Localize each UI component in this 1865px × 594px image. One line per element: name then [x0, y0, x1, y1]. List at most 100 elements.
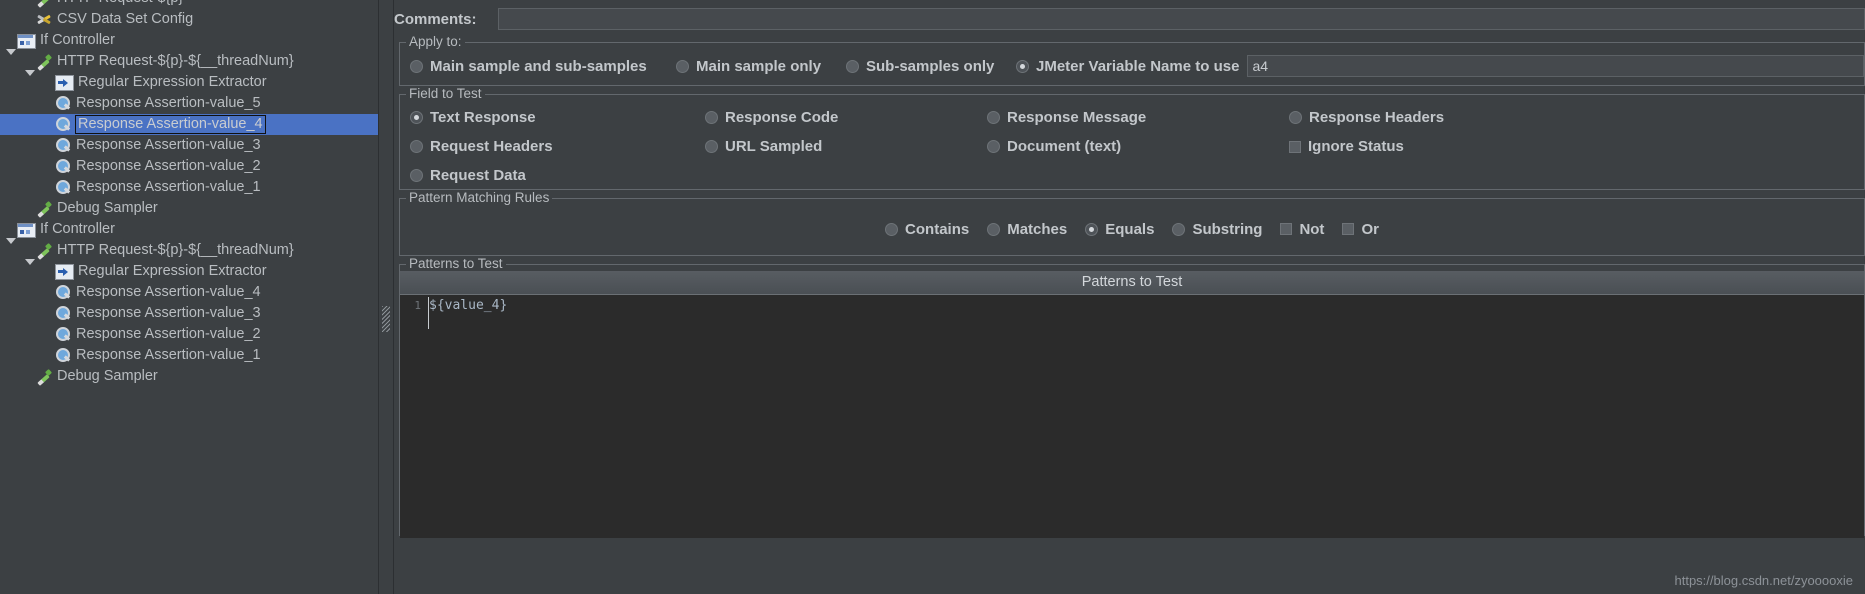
checkbox-control[interactable]: [1280, 223, 1293, 235]
tree-item-label: Response Assertion-value_2: [76, 326, 261, 342]
patterns-to-test-column-header[interactable]: Patterns to Test: [400, 271, 1864, 295]
tree-item-label: Response Assertion-value_5: [76, 95, 261, 111]
tree-item[interactable]: Regular Expression Extractor: [0, 261, 378, 282]
field-to-test-option[interactable]: Response Message: [987, 105, 1289, 130]
comments-row: Comments:: [394, 0, 1865, 34]
field-to-test-option[interactable]: Text Response: [410, 105, 705, 130]
radio-control[interactable]: [885, 222, 899, 236]
editor-line-numbers: 1: [400, 295, 426, 538]
field-to-test-group: Field to Test Text Response Response Code…: [399, 86, 1865, 190]
comments-label: Comments:: [394, 10, 477, 28]
radio-control[interactable]: [410, 140, 423, 153]
field-to-test-option-label: Document (text): [1007, 138, 1122, 155]
tree-item[interactable]: Response Assertion-value_2: [0, 156, 378, 177]
tree-item[interactable]: Response Assertion-value_1: [0, 345, 378, 366]
pattern-rule-option[interactable]: Equals: [1085, 221, 1154, 238]
tree-item-label: Regular Expression Extractor: [78, 74, 267, 90]
jmeter-variable-name-input[interactable]: [1247, 55, 1864, 77]
jmeter-response-assertion-window: HTTP Request-${p} CSV Data Set Config If C…: [0, 0, 1865, 594]
field-to-test-option[interactable]: Request Data: [410, 163, 705, 188]
regex-extractor-icon: [55, 264, 74, 280]
http-sampler-icon: [36, 368, 53, 385]
radio-control[interactable]: [1172, 222, 1186, 236]
pattern-rule-option[interactable]: Substring: [1172, 221, 1262, 238]
apply-to-option[interactable]: Sub-samples only: [846, 58, 1016, 75]
radio-control[interactable]: [410, 111, 423, 124]
radio-control[interactable]: [987, 140, 1000, 153]
tree-item[interactable]: CSV Data Set Config: [0, 9, 378, 30]
pattern-rule-option-label: Contains: [905, 220, 970, 238]
radio-control[interactable]: [676, 59, 689, 73]
pattern-rule-option[interactable]: Contains: [885, 221, 969, 238]
pattern-rule-option-label: Not: [1299, 220, 1325, 238]
tree-item[interactable]: Response Assertion-value_2: [0, 324, 378, 345]
tree-item[interactable]: Response Assertion-value_3: [0, 135, 378, 156]
radio-control[interactable]: [846, 59, 859, 73]
editor-line-text[interactable]: ${value_4}: [429, 298, 1864, 313]
splitter-grip-icon[interactable]: [382, 306, 390, 332]
field-to-test-option-label: Response Headers: [1309, 109, 1445, 126]
apply-to-option[interactable]: Main sample only: [676, 58, 846, 75]
panel-splitter[interactable]: [378, 0, 394, 594]
field-to-test-option[interactable]: Document (text): [987, 134, 1289, 159]
tree-item[interactable]: If Controller: [0, 30, 378, 55]
tree-item-label: Response Assertion-value_1: [76, 347, 261, 363]
radio-control[interactable]: [1016, 59, 1029, 73]
radio-control[interactable]: [987, 111, 1000, 124]
tree-item-label: HTTP Request-${p}-${__threadNum}: [57, 53, 294, 69]
tree-item[interactable]: Response Assertion-value_4: [0, 114, 378, 135]
pattern-rule-option[interactable]: Or: [1342, 221, 1379, 238]
patterns-to-test-group: Patterns to Test Patterns to Test 1 ${va…: [399, 256, 1865, 538]
field-to-test-option[interactable]: URL Sampled: [705, 134, 987, 159]
tree-item[interactable]: HTTP Request-${p}-${__threadNum}: [0, 240, 378, 265]
tree-item[interactable]: Response Assertion-value_3: [0, 303, 378, 324]
apply-to-option-label: Main sample and sub-samples: [430, 57, 647, 75]
tree-item[interactable]: HTTP Request-${p}: [0, 0, 378, 9]
apply-to-option[interactable]: Main sample and sub-samples: [410, 58, 676, 75]
radio-control[interactable]: [1289, 111, 1302, 124]
field-to-test-option[interactable]: Ignore Status: [1289, 134, 1864, 159]
checkbox-control[interactable]: [1289, 140, 1301, 153]
tree-item-label: Debug Sampler: [57, 368, 158, 384]
apply-to-option[interactable]: JMeter Variable Name to use: [1016, 58, 1239, 75]
response-assertion-icon: [55, 158, 72, 175]
radio-control[interactable]: [705, 111, 718, 124]
field-to-test-option-label: Ignore Status: [1308, 138, 1404, 155]
checkbox-control[interactable]: [1342, 223, 1355, 235]
apply-to-group: Apply to: Main sample and sub-samples Mai…: [399, 34, 1865, 86]
csv-config-icon: [36, 11, 53, 28]
tree-item[interactable]: If Controller: [0, 219, 378, 244]
tree-item[interactable]: Regular Expression Extractor: [0, 72, 378, 93]
field-to-test-option[interactable]: Response Headers: [1289, 105, 1864, 130]
test-plan-tree[interactable]: HTTP Request-${p} CSV Data Set Config If C…: [0, 0, 378, 594]
tree-item[interactable]: Debug Sampler: [0, 198, 378, 219]
radio-control[interactable]: [1085, 222, 1099, 236]
response-assertion-icon: [55, 284, 72, 301]
comments-input[interactable]: [498, 8, 1865, 30]
field-to-test-option[interactable]: Request Headers: [410, 134, 705, 159]
radio-control[interactable]: [705, 140, 718, 153]
tree-item[interactable]: Response Assertion-value_5: [0, 93, 378, 114]
apply-to-option-label: JMeter Variable Name to use: [1036, 57, 1240, 75]
pattern-rule-option[interactable]: Matches: [987, 221, 1067, 238]
tree-item[interactable]: Response Assertion-value_1: [0, 177, 378, 198]
if-controller-icon: [17, 34, 36, 49]
field-to-test-title: Field to Test: [406, 86, 485, 101]
tree-item[interactable]: Debug Sampler: [0, 366, 378, 387]
response-assertion-icon: [55, 305, 72, 322]
editor-content[interactable]: ${value_4}: [426, 295, 1864, 538]
pattern-rule-option[interactable]: Not: [1280, 221, 1324, 238]
apply-to-option-label: Main sample only: [696, 57, 822, 75]
tree-item-label: HTTP Request-${p}-${__threadNum}: [57, 242, 294, 258]
tree-item[interactable]: Response Assertion-value_4: [0, 282, 378, 303]
if-controller-icon: [17, 223, 36, 238]
apply-to-title: Apply to:: [406, 34, 465, 49]
radio-control[interactable]: [987, 222, 1001, 236]
field-to-test-option[interactable]: Response Code: [705, 105, 987, 130]
tree-item[interactable]: HTTP Request-${p}-${__threadNum}: [0, 51, 378, 76]
patterns-to-test-editor[interactable]: 1 ${value_4}: [400, 295, 1864, 538]
radio-control[interactable]: [410, 169, 423, 182]
field-to-test-option-label: Response Message: [1007, 109, 1147, 126]
radio-control[interactable]: [410, 59, 423, 73]
response-assertion-icon: [55, 137, 72, 154]
